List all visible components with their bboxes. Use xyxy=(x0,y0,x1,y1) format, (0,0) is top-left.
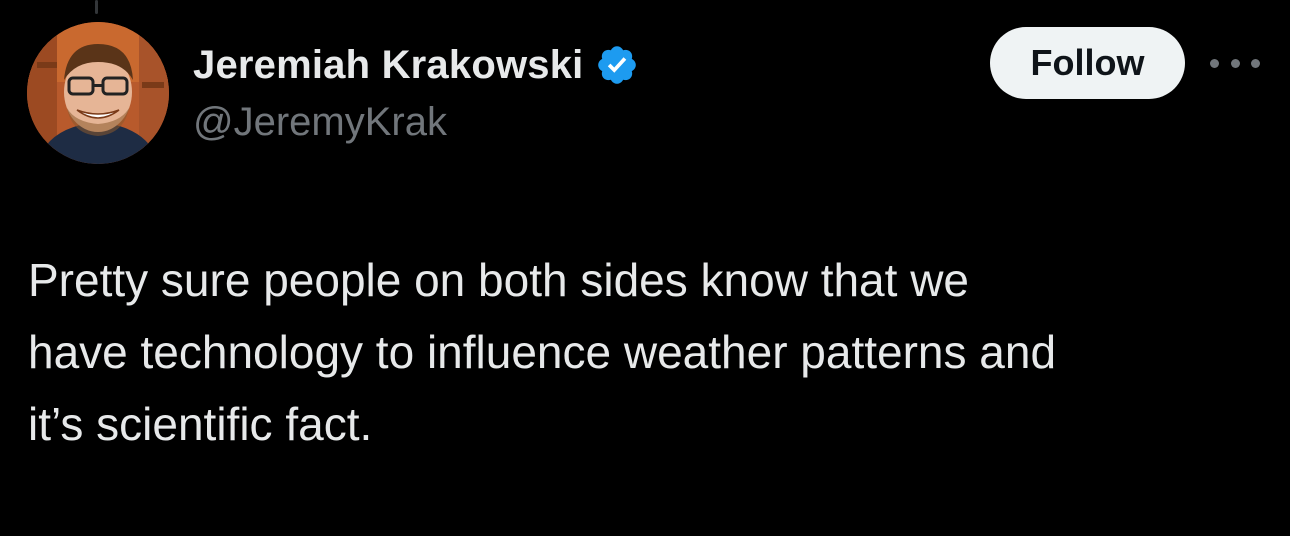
verified-badge-icon[interactable] xyxy=(595,43,639,87)
more-dot xyxy=(1230,58,1240,68)
avatar[interactable] xyxy=(27,22,169,164)
tweet-text: Pretty sure people on both sides know th… xyxy=(28,254,1057,450)
thread-connector-line xyxy=(95,0,98,14)
avatar-image xyxy=(27,22,169,164)
author-name-row: Jeremiah Krakowski xyxy=(193,40,639,90)
author-display-name[interactable]: Jeremiah Krakowski xyxy=(193,43,583,88)
follow-button[interactable]: Follow xyxy=(990,27,1185,99)
more-dot xyxy=(1210,58,1219,68)
more-dot xyxy=(1251,58,1260,68)
more-options-icon[interactable] xyxy=(1210,50,1260,76)
author-handle[interactable]: @JeremyKrak xyxy=(193,100,447,145)
